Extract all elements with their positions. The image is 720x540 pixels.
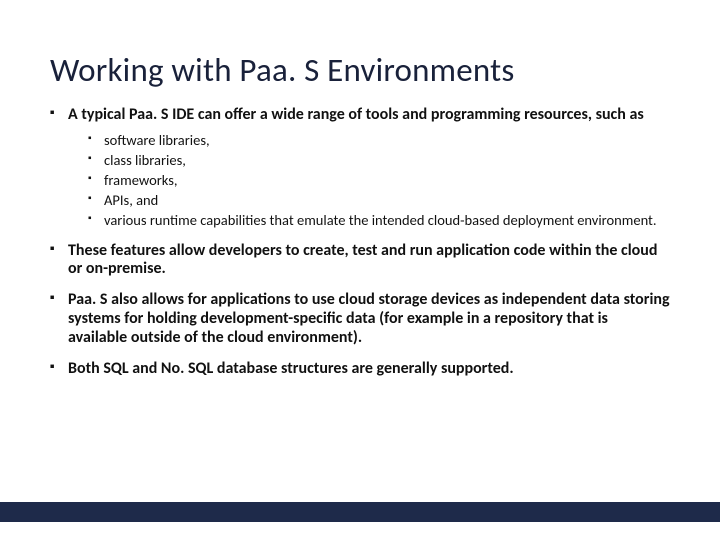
sub-bullet-text: class libraries, <box>104 151 186 169</box>
sub-bullet-list: software libraries, class libraries, fra… <box>68 131 670 230</box>
footer-band <box>0 502 720 522</box>
page-title: Working with Paa. S Environments <box>50 50 670 90</box>
bullet-list: A typical Paa. S IDE can offer a wide ra… <box>50 106 670 379</box>
sub-bullet-text: APIs, and <box>104 191 158 209</box>
list-item: software libraries, <box>88 131 670 149</box>
list-item: various runtime capabilities that emulat… <box>88 211 670 229</box>
list-item: Both SQL and No. SQL database structures… <box>50 360 670 379</box>
list-item: APIs, and <box>88 191 670 209</box>
sub-bullet-text: software libraries, <box>104 131 210 149</box>
sub-bullet-text: frameworks, <box>104 171 178 189</box>
bullet-text: Both SQL and No. SQL database structures… <box>68 359 514 378</box>
list-item: frameworks, <box>88 171 670 189</box>
slide: Working with Paa. S Environments A typic… <box>0 0 720 540</box>
sub-bullet-text: various runtime capabilities that emulat… <box>104 211 657 229</box>
bullet-text: Paa. S also allows for applications to u… <box>68 290 670 347</box>
list-item: These features allow developers to creat… <box>50 242 670 280</box>
bullet-text: A typical Paa. S IDE can offer a wide ra… <box>68 105 644 124</box>
list-item: Paa. S also allows for applications to u… <box>50 291 670 348</box>
bullet-text: These features allow developers to creat… <box>68 241 657 279</box>
list-item: class libraries, <box>88 151 670 169</box>
list-item: A typical Paa. S IDE can offer a wide ra… <box>50 106 670 230</box>
